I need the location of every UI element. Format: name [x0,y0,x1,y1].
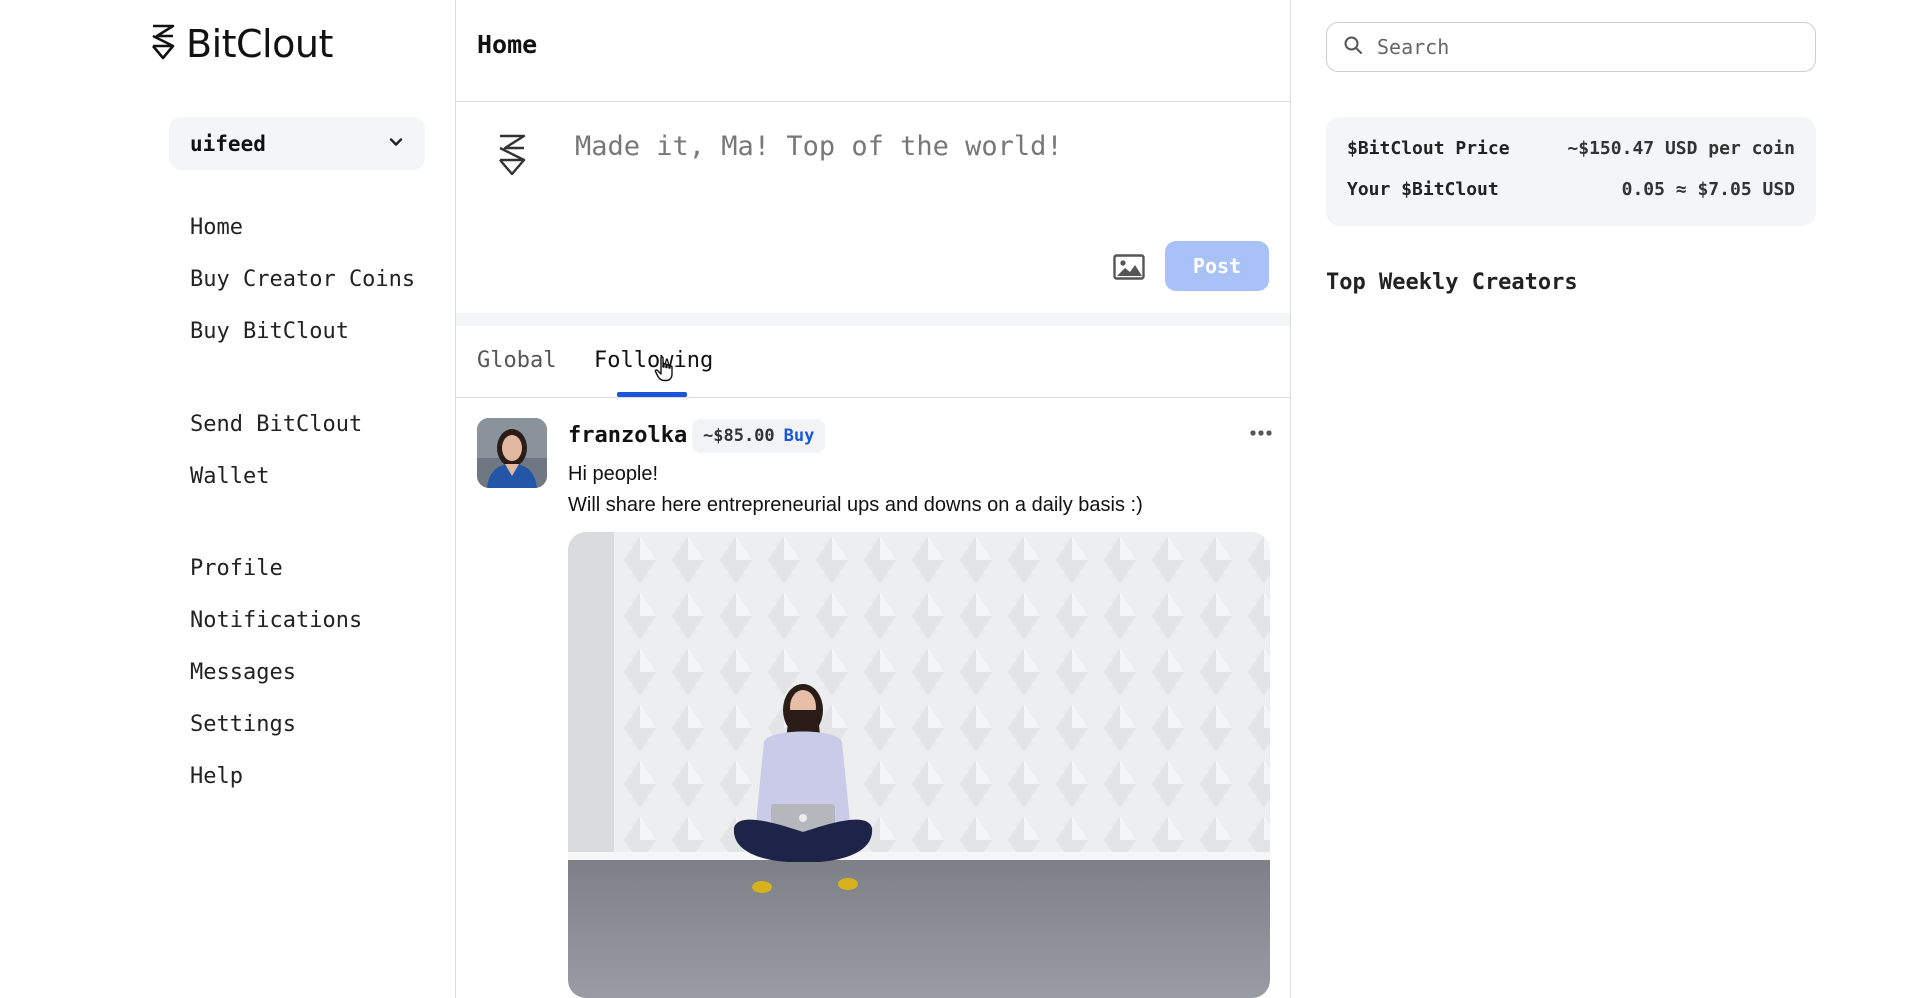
hand-cursor-icon [654,356,674,382]
post-body-line: Hi people! [568,463,659,485]
feed-header: Home [456,0,1290,102]
post-username[interactable]: franzolka [568,423,687,448]
section-divider [456,313,1290,326]
account-username: uifeed [190,131,266,156]
search-icon [1343,35,1363,59]
chevron-down-icon [388,134,404,154]
composer-input[interactable]: Made it, Ma! Top of the world! [575,131,1063,162]
price-card: $BitClout Price ~$150.47 USD per coin Yo… [1326,117,1816,226]
nav-group-account: Profile Notifications Messages Settings … [190,543,362,803]
nav-item-wallet[interactable]: Wallet [190,451,362,503]
nav-item-help[interactable]: Help [190,751,362,803]
page-title: Home [477,30,538,59]
search-input[interactable] [1375,34,1779,60]
nav-item-send-bitclout[interactable]: Send BitClout [190,399,362,451]
nav-item-profile[interactable]: Profile [190,543,362,595]
left-sidebar: BitClout uifeed Home Buy Creator Coins B… [0,0,455,998]
nav-item-messages[interactable]: Messages [190,647,362,699]
buy-coin-button[interactable]: Buy [784,426,815,446]
top-creators-title: Top Weekly Creators [1326,270,1578,295]
right-sidebar: $BitClout Price ~$150.47 USD per coin Yo… [1291,0,1920,998]
composer-avatar-icon [494,132,530,178]
post-composer: Made it, Ma! Top of the world! Post [456,102,1290,314]
avatar[interactable] [477,418,547,488]
price-value: ~$150.47 USD per coin [1567,138,1795,159]
active-tab-indicator [617,392,687,397]
account-selector[interactable]: uifeed [169,117,425,170]
brand-logo[interactable]: BitClout [148,22,333,66]
bitclout-logo-icon [148,23,178,65]
balance-row: Your $BitClout 0.05 ≈ $7.05 USD [1347,179,1795,200]
feed-post: franzolka ~$85.00 Buy Hi people! Will sh… [456,398,1290,998]
tab-global[interactable]: Global [477,348,556,373]
more-dots-icon[interactable] [1249,423,1273,443]
nav-item-home[interactable]: Home [190,202,415,254]
post-button[interactable]: Post [1165,241,1269,291]
price-row: $BitClout Price ~$150.47 USD per coin [1347,138,1795,159]
nav-item-buy-creator-coins[interactable]: Buy Creator Coins [190,254,415,306]
nav-item-buy-bitclout[interactable]: Buy BitClout [190,306,415,358]
search-box[interactable] [1326,22,1816,72]
nav-item-settings[interactable]: Settings [190,699,362,751]
nav-group-primary: Home Buy Creator Coins Buy BitClout [190,202,415,358]
coin-price-badge: ~$85.00 Buy [692,419,826,453]
nav-group-wallet: Send BitClout Wallet [190,399,362,503]
price-label: $BitClout Price [1347,138,1510,159]
feed-tabs: Global Following [456,326,1290,398]
main-feed: Home Made it, Ma! Top of the world! Post… [455,0,1291,998]
coin-price: ~$85.00 [703,426,775,446]
post-image[interactable] [568,532,1270,998]
post-body: Hi people! Will share here entrepreneuri… [568,459,1143,521]
image-icon[interactable] [1113,254,1145,280]
nav-item-notifications[interactable]: Notifications [190,595,362,647]
brand-name: BitClout [186,22,333,66]
balance-value: 0.05 ≈ $7.05 USD [1621,179,1795,200]
balance-label: Your $BitClout [1347,179,1499,200]
post-body-line: Will share here entrepreneurial ups and … [568,494,1143,516]
